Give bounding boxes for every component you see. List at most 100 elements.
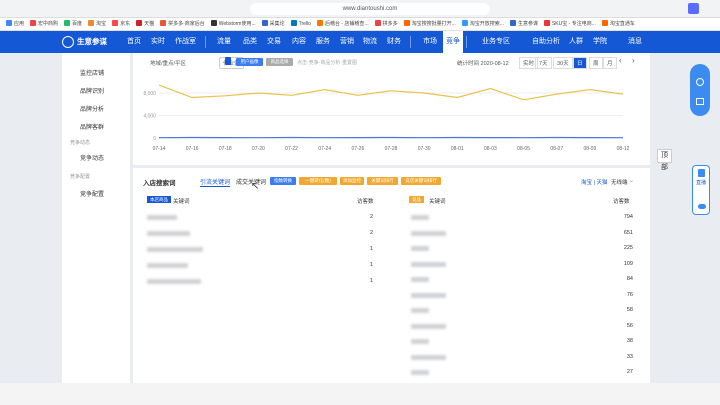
chat-icon[interactable] <box>696 98 704 105</box>
blurred-keyword <box>411 292 446 298</box>
bookmark-icon <box>509 20 516 26</box>
bookmark-item[interactable]: 宏中商购 <box>30 18 58 30</box>
nav-item[interactable]: 物流 <box>360 31 380 53</box>
toggle-icon[interactable] <box>698 204 706 209</box>
left-col-keyword: 关键词 <box>173 199 190 205</box>
competitor-keyword-rank-button[interactable]: 竞店关键词排行 <box>401 177 441 185</box>
section-title: 入店搜索词 <box>143 180 176 187</box>
live-logo-icon <box>698 169 705 177</box>
sidebar-item-brand-customers[interactable]: 品牌客群 <box>80 122 104 131</box>
visitor-count: 84 <box>626 276 633 282</box>
visitor-count: 33 <box>626 353 633 360</box>
mouse-cursor-icon: ↖ <box>251 181 260 192</box>
visitor-count: 56 <box>626 322 633 329</box>
bookmark-item[interactable]: 后稽台 - 店铺稽查... <box>316 18 369 30</box>
nav-item[interactable]: 业务专区 <box>479 31 513 53</box>
nav-item[interactable]: 作战室 <box>172 31 199 53</box>
sidebar-item-competition-dynamics[interactable]: 竞争动态 <box>80 153 104 162</box>
bookmark-item[interactable]: 淘宝 <box>88 18 106 30</box>
index-convert-button[interactable]: 指数转换 <box>270 177 296 185</box>
x-tick-label: 07-30 <box>418 146 431 152</box>
nav-item[interactable]: 品类 <box>240 31 260 53</box>
taskbar <box>0 383 720 405</box>
series-line <box>158 84 624 101</box>
drop-icon[interactable] <box>696 78 704 86</box>
bookmark-item[interactable]: 淘宝直通车 <box>601 18 635 30</box>
visitor-count: 2 <box>369 230 373 236</box>
nav-item[interactable]: 交易 <box>264 31 284 53</box>
nav-item[interactable]: 内容 <box>289 31 309 53</box>
nav-item[interactable]: 财务 <box>384 31 404 53</box>
bookmark-item[interactable]: 淘宝开放搜索... <box>461 18 504 30</box>
url-input[interactable]: www.diantoushi.com <box>250 3 490 15</box>
extension-icon[interactable] <box>688 3 699 14</box>
y-tick-label: 8,000 <box>143 91 156 97</box>
nav-item[interactable]: 学院 <box>590 31 610 53</box>
nav-item[interactable]: 人群 <box>566 31 586 53</box>
brand-logo-icon <box>62 36 74 48</box>
blurred-keyword <box>411 215 429 220</box>
nav-item[interactable]: 服务 <box>313 31 333 53</box>
blurred-keyword <box>411 261 446 267</box>
nav-item[interactable]: 市场 <box>420 31 440 53</box>
bookmark-icon <box>30 20 37 26</box>
bookmark-item[interactable]: 拼多多 <box>374 18 398 30</box>
nav-item[interactable]: 自助分析 <box>529 31 563 53</box>
bookmark-icon <box>64 20 71 26</box>
messages-link[interactable]: 消息 <box>628 31 642 53</box>
bookmark-icon <box>112 20 119 26</box>
nav-item[interactable]: 实时 <box>148 31 168 53</box>
nav-item[interactable]: 流量 <box>214 31 234 53</box>
right-col-keyword: 关键词 <box>429 199 446 205</box>
brand-name[interactable]: 生意参谋 <box>77 31 107 53</box>
sidebar-item-competition-config[interactable]: 竞争配置 <box>80 189 104 198</box>
blurred-keyword <box>411 308 429 313</box>
add-monitor-button[interactable]: 添加监控 <box>340 177 364 185</box>
nav-divider <box>466 36 467 48</box>
visitor-count: 1 <box>369 262 373 268</box>
bookmark-item[interactable]: 采集论 <box>261 18 285 30</box>
bookmark-item[interactable]: Trello <box>290 18 311 30</box>
right-badge: 竞品 <box>409 196 424 203</box>
platform-select[interactable]: 淘宝 | 天猫 <box>581 178 608 186</box>
bookmark-item[interactable]: SKU宝 - 专注电商... <box>543 18 596 30</box>
bookmark-item[interactable]: 京东 <box>112 18 130 30</box>
blurred-keyword <box>411 277 429 282</box>
bookmark-item[interactable]: 应用 <box>6 18 24 30</box>
nav-item[interactable]: 营销 <box>337 31 357 53</box>
bookmark-item[interactable]: 天猫 <box>136 18 154 30</box>
visitor-count: 1 <box>369 246 373 252</box>
bookmark-item[interactable]: 百度 <box>64 18 82 30</box>
top-navigation: 生意参谋 首页 实时 作战室 流量 品类 交易 内容 服务 营销 物流 财务 市场 竞争 业务专区 自助分析… <box>0 31 720 53</box>
nav-item[interactable]: 竞争 <box>443 31 463 53</box>
bookmark-icon <box>88 20 95 26</box>
tab-traffic-keywords[interactable]: 引流关键词 <box>200 177 230 186</box>
x-tick-label: 07-20 <box>252 146 265 152</box>
blurred-keyword <box>411 246 429 251</box>
blurred-keyword <box>411 323 446 329</box>
blurred-keyword <box>147 279 201 284</box>
active-tab-underline <box>200 186 230 187</box>
bookmark-icon <box>290 20 297 26</box>
x-tick-label: 08-05 <box>517 146 530 152</box>
sidebar-item-brand-analysis[interactable]: 品牌分析 <box>80 104 104 113</box>
bookmark-item[interactable]: 生意参谋 <box>509 18 538 30</box>
blurred-keyword <box>411 339 429 344</box>
live-button[interactable]: 直播 <box>692 165 710 215</box>
left-sidebar: 监控店铺 品牌识别 品牌分析 品牌客群 竞争动态 竞争动态 竞争配置 竞争配置 <box>62 53 130 383</box>
bookmark-item[interactable]: Webstorm使用... <box>210 18 256 30</box>
x-tick-label: 08-03 <box>484 146 497 152</box>
device-dropdown[interactable]: 无线端 <box>611 178 628 186</box>
keyword-rank-button[interactable]: 关键词排行 <box>367 177 398 185</box>
search-keyword-panel: 入店搜索词 引流关键词 成交关键词 ↖ 指数转换 一键转化(数) 添加监控 关键… <box>133 168 650 383</box>
sidebar-item-monitor-shop[interactable]: 监控店铺 <box>80 68 104 77</box>
one-click-convert-button[interactable]: 一键转化(数) <box>299 177 337 185</box>
visitor-count: 109 <box>623 260 633 267</box>
nav-divider <box>410 36 411 48</box>
bookmark-item[interactable]: 拼多多·商家后台 <box>160 18 205 30</box>
bookmark-item[interactable]: 淘宝搜搜批量打开... <box>403 18 456 30</box>
sidebar-item-brand-identify[interactable]: 品牌识别 <box>80 86 104 95</box>
back-to-top-button[interactable]: 顶部 <box>657 149 672 171</box>
chevron-down-icon[interactable]: ⌄ <box>629 177 634 184</box>
nav-item[interactable]: 首页 <box>124 31 144 53</box>
